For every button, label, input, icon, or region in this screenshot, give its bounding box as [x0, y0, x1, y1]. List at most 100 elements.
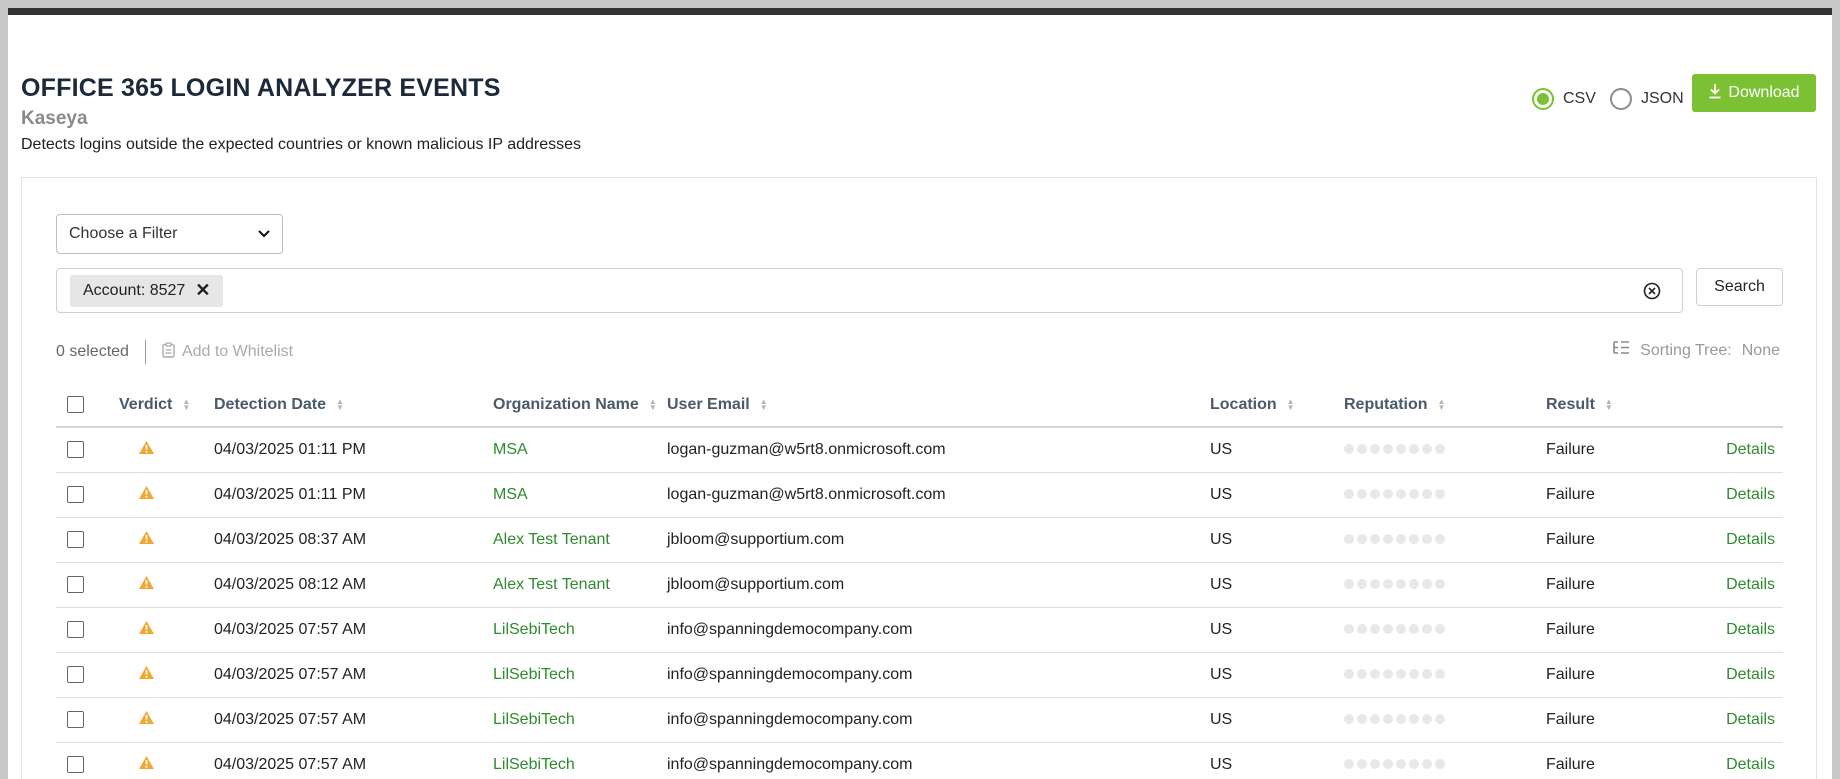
row-checkbox[interactable]	[67, 441, 84, 459]
details-cell: Details	[1706, 607, 1783, 653]
row-checkbox[interactable]	[67, 755, 84, 773]
row-select-cell	[56, 607, 119, 653]
download-icon	[1708, 83, 1722, 104]
details-link[interactable]: Details	[1726, 531, 1775, 548]
col-detection-date[interactable]: Detection Date ▲ ▼	[214, 384, 493, 428]
csv-label: CSV	[1563, 90, 1596, 107]
json-radio[interactable]	[1610, 88, 1632, 110]
col-organization-name[interactable]: Organization Name ▲ ▼	[493, 384, 667, 428]
search-button[interactable]: Search	[1696, 268, 1783, 306]
organization-name: LilSebiTech	[493, 652, 667, 698]
result: Failure	[1546, 697, 1706, 743]
reputation-cell	[1344, 742, 1546, 779]
details-cell: Details	[1706, 472, 1783, 518]
detection-date: 04/03/2025 07:57 AM	[214, 607, 493, 653]
details-cell: Details	[1706, 427, 1783, 473]
organization-link[interactable]: Alex Test Tenant	[493, 531, 610, 548]
add-to-whitelist-label: Add to Whitelist	[181, 343, 294, 360]
organization-name: Alex Test Tenant	[493, 562, 667, 608]
details-cell: Details	[1706, 697, 1783, 743]
table-row: 04/03/2025 07:57 AM LilSebiTech info@spann…	[56, 652, 1783, 698]
details-link[interactable]: Details	[1726, 666, 1775, 683]
location: US	[1210, 427, 1344, 473]
format-option-json[interactable]: JSON	[1610, 88, 1684, 110]
col-verdict[interactable]: Verdict ▲ ▼	[119, 384, 214, 428]
col-user-email[interactable]: User Email ▲ ▼	[667, 384, 1210, 428]
row-checkbox[interactable]	[67, 620, 84, 638]
sort-icon: ▲ ▼	[759, 396, 768, 412]
detection-date: 04/03/2025 07:57 AM	[214, 652, 493, 698]
organization-link[interactable]: LilSebiTech	[493, 711, 575, 728]
detection-date: 04/03/2025 01:11 PM	[214, 472, 493, 518]
chip-label: Account:	[83, 281, 146, 299]
reputation-dots	[1344, 443, 1445, 454]
result: Failure	[1546, 742, 1706, 779]
row-checkbox[interactable]	[67, 575, 84, 593]
row-select-cell	[56, 697, 119, 743]
reputation-dots	[1344, 533, 1445, 544]
warning-triangle-icon	[138, 755, 155, 775]
csv-radio[interactable]	[1532, 88, 1554, 110]
filter-select-label: Choose a Filter	[69, 225, 178, 242]
add-to-whitelist-button[interactable]: Add to Whitelist	[162, 341, 294, 363]
details-link[interactable]: Details	[1726, 441, 1775, 458]
result: Failure	[1546, 517, 1706, 563]
organization-link[interactable]: LilSebiTech	[493, 621, 575, 638]
row-select-cell	[56, 427, 119, 473]
col-reputation[interactable]: Reputation ▲ ▼	[1344, 384, 1546, 428]
row-checkbox[interactable]	[67, 530, 84, 548]
reputation-cell	[1344, 472, 1546, 518]
details-link[interactable]: Details	[1726, 756, 1775, 773]
details-link[interactable]: Details	[1726, 621, 1775, 638]
clipboard-icon	[162, 341, 175, 363]
table-row: 04/03/2025 01:11 PM MSA logan-guzman@w5rt8…	[56, 472, 1783, 518]
filter-select[interactable]: Choose a Filter	[56, 214, 283, 254]
sort-icon: ▲ ▼	[1604, 396, 1613, 412]
organization-link[interactable]: MSA	[493, 441, 528, 458]
sorting-value: None	[1741, 341, 1780, 359]
row-checkbox[interactable]	[67, 665, 84, 683]
organization-link[interactable]: LilSebiTech	[493, 756, 575, 773]
details-link[interactable]: Details	[1726, 711, 1775, 728]
col-result[interactable]: Result ▲ ▼	[1546, 384, 1706, 428]
chip-remove-icon[interactable]: ✕	[195, 280, 210, 301]
reputation-dots	[1344, 578, 1445, 589]
download-label: Download	[1728, 84, 1800, 101]
table-row: 04/03/2025 08:12 AM Alex Test Tenant jbloo…	[56, 562, 1783, 608]
reputation-cell	[1344, 607, 1546, 653]
details-cell: Details	[1706, 562, 1783, 608]
row-checkbox[interactable]	[67, 710, 84, 728]
organization-link[interactable]: LilSebiTech	[493, 666, 575, 683]
search-input[interactable]: Account: 8527 ✕	[56, 268, 1683, 313]
format-option-csv[interactable]: CSV	[1532, 88, 1596, 110]
result: Failure	[1546, 607, 1706, 653]
reputation-cell	[1344, 697, 1546, 743]
sorting-tree[interactable]: Sorting Tree: None	[1612, 340, 1780, 361]
clear-circle-icon[interactable]	[1642, 281, 1662, 301]
result: Failure	[1546, 562, 1706, 608]
selected-count: 0 selected	[56, 343, 129, 360]
table-row: 04/03/2025 07:57 AM LilSebiTech info@spann…	[56, 607, 1783, 653]
location: US	[1210, 697, 1344, 743]
sorting-label: Sorting Tree:	[1640, 341, 1732, 359]
details-cell: Details	[1706, 517, 1783, 563]
warning-triangle-icon	[138, 440, 155, 460]
download-button[interactable]: Download	[1692, 74, 1816, 112]
verdict-cell	[119, 607, 214, 653]
row-select-cell	[56, 517, 119, 563]
user-email: jbloom@supportium.com	[667, 562, 1210, 608]
organization-link[interactable]: Alex Test Tenant	[493, 576, 610, 593]
row-checkbox[interactable]	[67, 485, 84, 503]
organization-link[interactable]: MSA	[493, 486, 528, 503]
divider	[144, 340, 146, 364]
select-all-cell	[56, 384, 119, 428]
col-location[interactable]: Location ▲ ▼	[1210, 384, 1344, 428]
reputation-cell	[1344, 427, 1546, 473]
user-email: info@spanningdemocompany.com	[667, 742, 1210, 779]
user-email: info@spanningdemocompany.com	[667, 697, 1210, 743]
user-email: jbloom@supportium.com	[667, 517, 1210, 563]
select-all-checkbox[interactable]	[67, 396, 84, 414]
details-link[interactable]: Details	[1726, 486, 1775, 503]
user-email: info@spanningdemocompany.com	[667, 652, 1210, 698]
details-link[interactable]: Details	[1726, 576, 1775, 593]
